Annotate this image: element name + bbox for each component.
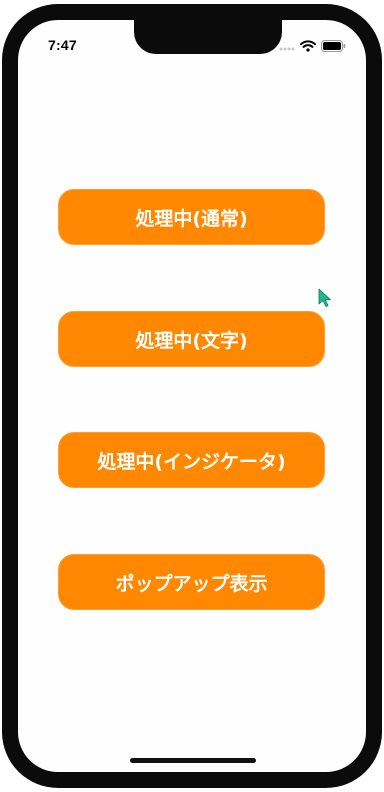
- wifi-icon: [300, 40, 316, 52]
- processing-text-label: 処理中(文字): [135, 329, 248, 352]
- signal-icon: [279, 41, 295, 51]
- battery-icon: [321, 40, 346, 52]
- popup-display-label: ポップアップ表示: [115, 572, 268, 595]
- status-time: 7:47: [48, 37, 77, 53]
- status-icons: [279, 40, 346, 52]
- processing-normal-button[interactable]: 処理中(通常): [58, 189, 325, 245]
- processing-indicator-label: 処理中(インジケータ): [97, 450, 286, 473]
- notch: [134, 20, 282, 54]
- processing-normal-label: 処理中(通常): [135, 207, 248, 230]
- popup-display-button[interactable]: ポップアップ表示: [58, 554, 325, 610]
- processing-text-button[interactable]: 処理中(文字): [58, 311, 325, 367]
- cursor-icon: [318, 288, 332, 308]
- home-indicator[interactable]: [130, 758, 256, 763]
- processing-indicator-button[interactable]: 処理中(インジケータ): [58, 432, 325, 488]
- screen: 7:47 処理中(通常) 処理中(文字) 処理中(インジケータ) ポップアップ表…: [18, 20, 366, 772]
- device: 7:47 処理中(通常) 処理中(文字) 処理中(インジケータ) ポップアップ表…: [0, 0, 384, 792]
